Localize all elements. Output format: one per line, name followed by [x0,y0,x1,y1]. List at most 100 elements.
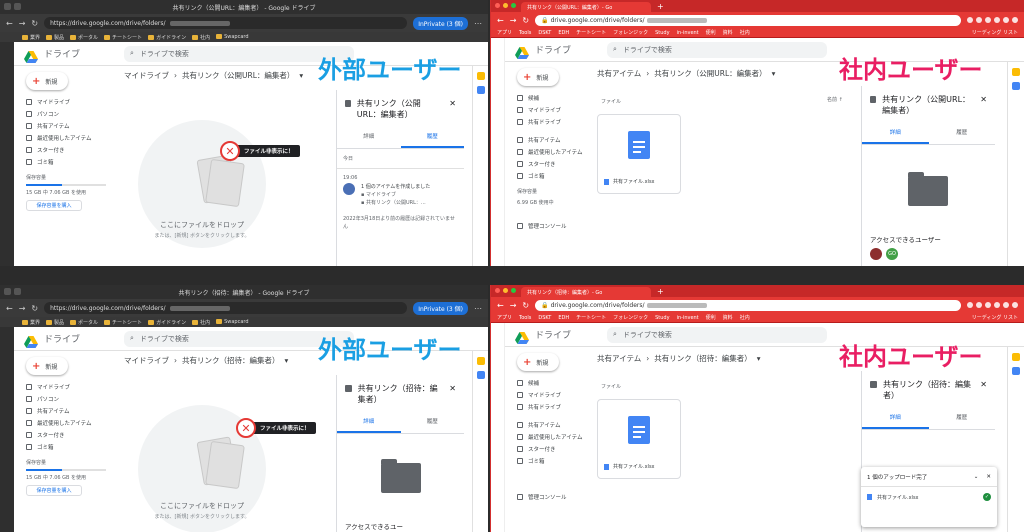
sidebar-item-recent[interactable]: 最近使用したアイテム [517,146,593,158]
sidebar-item-computers[interactable]: パソコン [26,393,118,405]
sidebar-item-trash[interactable]: ゴミ箱 [26,156,118,168]
bookmark-item[interactable]: アプリ [497,29,512,36]
new-button[interactable]: + 新規 [26,357,68,375]
tasks-icon[interactable] [1011,82,1020,90]
sort-name[interactable]: 名前 ↑ [827,96,843,103]
inprivate-badge[interactable]: InPrivate (3 個) [413,301,468,315]
sidebar-item-my-drive[interactable]: マイドライブ [517,104,593,116]
new-button[interactable]: + 新規 [517,68,559,86]
search-input[interactable]: ⌕ ドライブで検索 [607,41,828,58]
search-input[interactable]: ⌕ ドライブで検索 [607,326,828,343]
tasks-icon[interactable] [476,371,485,379]
bookmark-item[interactable]: Study [655,315,669,321]
breadcrumb-current[interactable]: 共有リンク（招待：編集者） [654,353,752,364]
buy-storage-button[interactable]: 保存容量を購入 [26,485,82,496]
bookmark-item[interactable]: 製品 [46,319,64,326]
sidebar-item-admin[interactable]: 管理コンソール [517,491,593,503]
tab-activity[interactable]: 履歴 [929,128,996,144]
keep-icon[interactable] [476,357,485,365]
tasks-icon[interactable] [476,86,485,94]
url-input[interactable]: https://drive.google.com/drive/folders/ [44,17,408,29]
reload-icon[interactable]: ↻ [522,301,529,310]
bookmark-item[interactable]: 業界 [22,34,40,41]
bookmark-item[interactable]: 便利 [706,29,716,36]
breadcrumb-root[interactable]: 共有アイテム [597,68,641,79]
chevron-down-icon[interactable]: ▾ [757,354,761,363]
breadcrumb-root[interactable]: 共有アイテム [597,353,641,364]
bookmark-item[interactable]: EDH [558,30,569,36]
bookmark-item[interactable]: 業界 [22,319,40,326]
sidebar-item-my-drive[interactable]: マイドライブ [26,381,118,393]
bookmark-item[interactable]: Study [655,30,669,36]
sidebar-item-computers[interactable]: パソコン [26,108,118,120]
tab-details[interactable]: 詳細 [337,417,401,433]
close-icon[interactable]: ✕ [980,94,987,116]
bookmark-item[interactable]: Tools [519,30,531,36]
close-icon[interactable]: ✕ [449,383,456,405]
browser-tab[interactable]: 共有リンク（招待：編集者）- Go [521,287,651,297]
forward-icon[interactable]: → [510,301,517,310]
sidebar-item-trash[interactable]: ゴミ箱 [517,170,593,182]
back-icon[interactable]: ← [497,16,504,25]
close-icon[interactable]: ✕ [449,98,456,120]
bookmark-item[interactable]: フォレンジック [613,314,648,321]
tab-activity[interactable]: 履歴 [401,417,465,433]
tab-details[interactable]: 詳細 [862,128,929,144]
tab-activity[interactable]: 履歴 [400,132,464,148]
bookmark-item[interactable]: 便利 [706,314,716,321]
reading-list[interactable]: リーディング リスト [972,29,1018,36]
forward-icon[interactable]: → [510,16,517,25]
url-input[interactable]: 🔒 drive.google.com/drive/folders/ [535,299,961,311]
bookmark-item[interactable]: フォレンジック [613,29,648,36]
bookmark-item[interactable]: Swapcard [216,319,249,325]
bookmark-item[interactable]: 社内 [740,29,750,36]
bookmark-item[interactable]: ガイドライン [148,319,186,326]
bookmark-item[interactable]: in-invent [677,30,699,36]
reload-icon[interactable]: ↻ [522,16,529,25]
sidebar-item-trash[interactable]: ゴミ箱 [26,441,118,453]
tab-icon[interactable] [4,3,11,10]
breadcrumb-root[interactable]: マイドライブ [124,70,169,81]
breadcrumb-current[interactable]: 共有リンク（招待：編集者） [182,355,280,366]
tab-icon[interactable] [14,288,21,295]
sidebar-item-shared[interactable]: 共有アイテム [517,419,593,431]
url-input[interactable]: 🔒 drive.google.com/drive/folders/ [535,14,961,26]
keep-icon[interactable] [1011,353,1020,361]
buy-storage-button[interactable]: 保存容量を購入 [26,200,82,211]
bookmark-item[interactable]: EDH [558,315,569,321]
bookmark-item[interactable]: ポータル [70,34,98,41]
sidebar-item-recent[interactable]: 最近使用したアイテム [26,132,118,144]
more-icon[interactable]: ⋯ [474,304,482,313]
new-button[interactable]: + 新規 [26,72,68,90]
keep-icon[interactable] [476,72,485,80]
bookmark-item[interactable]: ポータル [70,319,98,326]
tab-details[interactable]: 詳細 [337,132,401,148]
avatar[interactable]: GO [886,248,898,260]
bookmark-item[interactable]: 社内 [192,319,210,326]
upload-file-name[interactable]: 共有ファイル.xlsx [877,494,919,501]
bookmark-item[interactable]: チートシート [104,319,142,326]
sidebar-item-my-drive[interactable]: マイドライブ [26,96,118,108]
bookmark-item[interactable]: 社内 [192,34,210,41]
sidebar-item-starred[interactable]: スター付き [26,144,118,156]
tab-icon[interactable] [14,3,21,10]
breadcrumb-current[interactable]: 共有リンク（公開URL：編集者） [182,70,294,81]
sidebar-item-shared[interactable]: 共有アイテム [26,120,118,132]
reload-icon[interactable]: ↻ [31,19,38,28]
chevron-down-icon[interactable]: ⌄ [974,474,979,480]
sidebar-item-shared-drives[interactable]: 共有ドライブ [517,116,593,128]
bookmark-item[interactable]: DSKT [538,315,551,321]
bookmark-item[interactable]: チートシート [576,314,606,321]
reading-list[interactable]: リーディング リスト [972,314,1018,321]
sidebar-item-starred[interactable]: スター付き [517,443,593,455]
bookmark-item[interactable]: Swapcard [216,34,249,40]
back-icon[interactable]: ← [6,19,13,28]
bookmark-item[interactable]: DSKT [538,30,551,36]
sidebar-item-recent[interactable]: 最近使用したアイテム [26,417,118,429]
bookmark-item[interactable]: 資料 [723,29,733,36]
chevron-down-icon[interactable]: ▾ [299,71,303,80]
forward-icon[interactable]: → [19,19,26,28]
avatar[interactable] [870,248,882,260]
sidebar-item-starred[interactable]: スター付き [517,158,593,170]
new-tab-icon[interactable]: + [657,2,664,11]
